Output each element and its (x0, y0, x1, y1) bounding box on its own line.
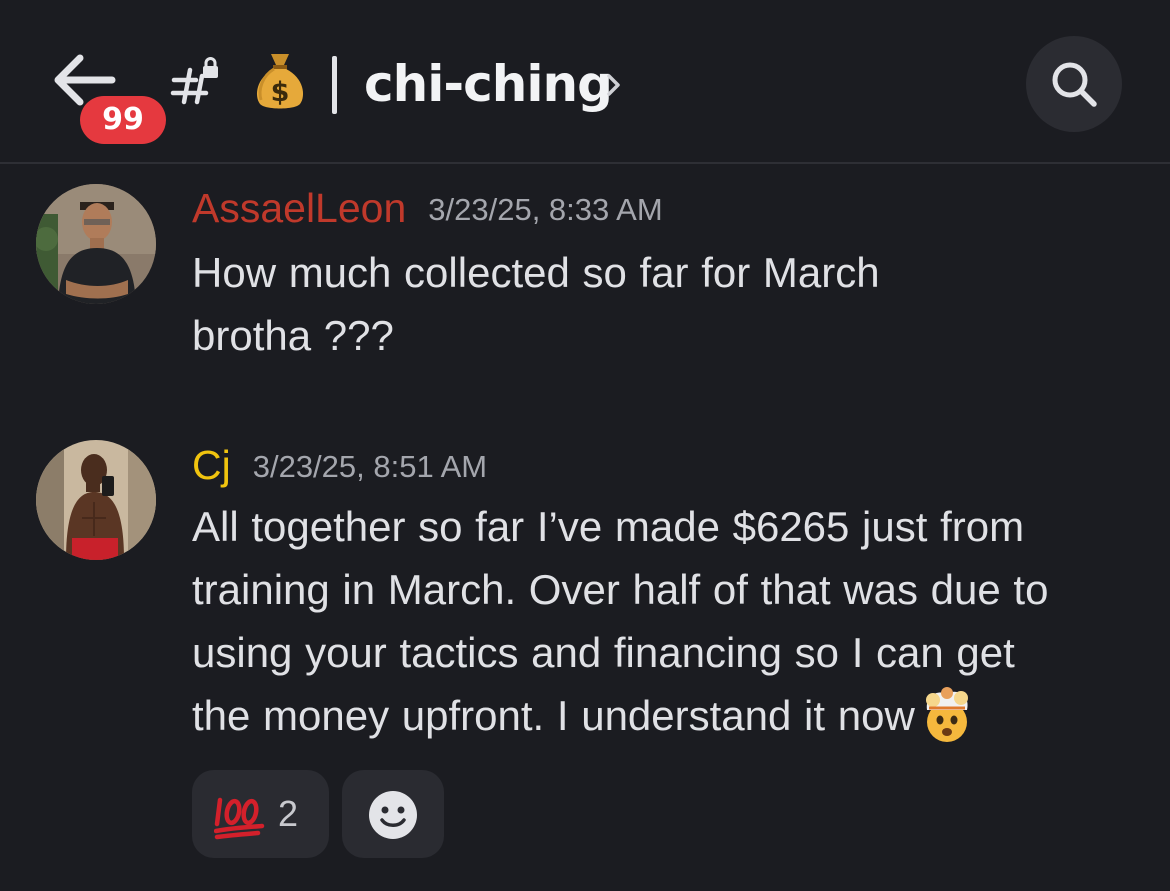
svg-text:$: $ (271, 77, 290, 108)
timestamp: 3/23/25, 8:51 AM (252, 449, 488, 484)
search-button[interactable] (1026, 36, 1122, 132)
message-content: How much collected so far for March brot… (192, 241, 1152, 367)
hundred-points-emoji (214, 797, 265, 840)
locked-channel-hash-icon (170, 57, 218, 105)
message-line: How much collected so far for March (192, 249, 880, 296)
add-reaction-icon (369, 791, 417, 839)
username[interactable]: Cj (192, 442, 231, 488)
message-line-last: the money upfront. I understand it now (192, 684, 1152, 747)
message-header: Cj 3/23/25, 8:51 AM (192, 441, 487, 491)
reaction-count: 2 (278, 793, 299, 834)
message-line: using your tactics and financing so I ca… (192, 629, 1015, 676)
message-line: training in March. Over half of that was… (192, 566, 1049, 613)
message-line: All together so far I’ve made $6265 just… (192, 503, 1025, 550)
message-content: All together so far I’ve made $6265 just… (192, 495, 1152, 747)
timestamp: 3/23/25, 8:33 AM (428, 192, 663, 227)
avatar-assaelleon[interactable] (36, 184, 156, 304)
search-icon (1052, 62, 1097, 107)
reaction-hundred-points[interactable]: 2 (192, 770, 329, 858)
message-line: brotha ??? (192, 312, 394, 359)
chevron-right-icon[interactable] (604, 70, 624, 100)
message-line-text: the money upfront. I understand it now (192, 692, 915, 739)
title-separator (332, 56, 337, 114)
channel-header: 99 $ chi-ching (0, 0, 1170, 164)
message-header: AssaelLeon 3/23/25, 8:33 AM (192, 184, 663, 234)
channel-name[interactable]: chi-ching (364, 52, 613, 116)
exploding-head-emoji (925, 687, 968, 742)
add-reaction-button[interactable] (342, 770, 444, 858)
unread-badge: 99 (80, 96, 166, 144)
username[interactable]: AssaelLeon (192, 185, 406, 231)
money-bag-emoji: $ (256, 54, 304, 109)
avatar-cj[interactable] (36, 440, 156, 560)
